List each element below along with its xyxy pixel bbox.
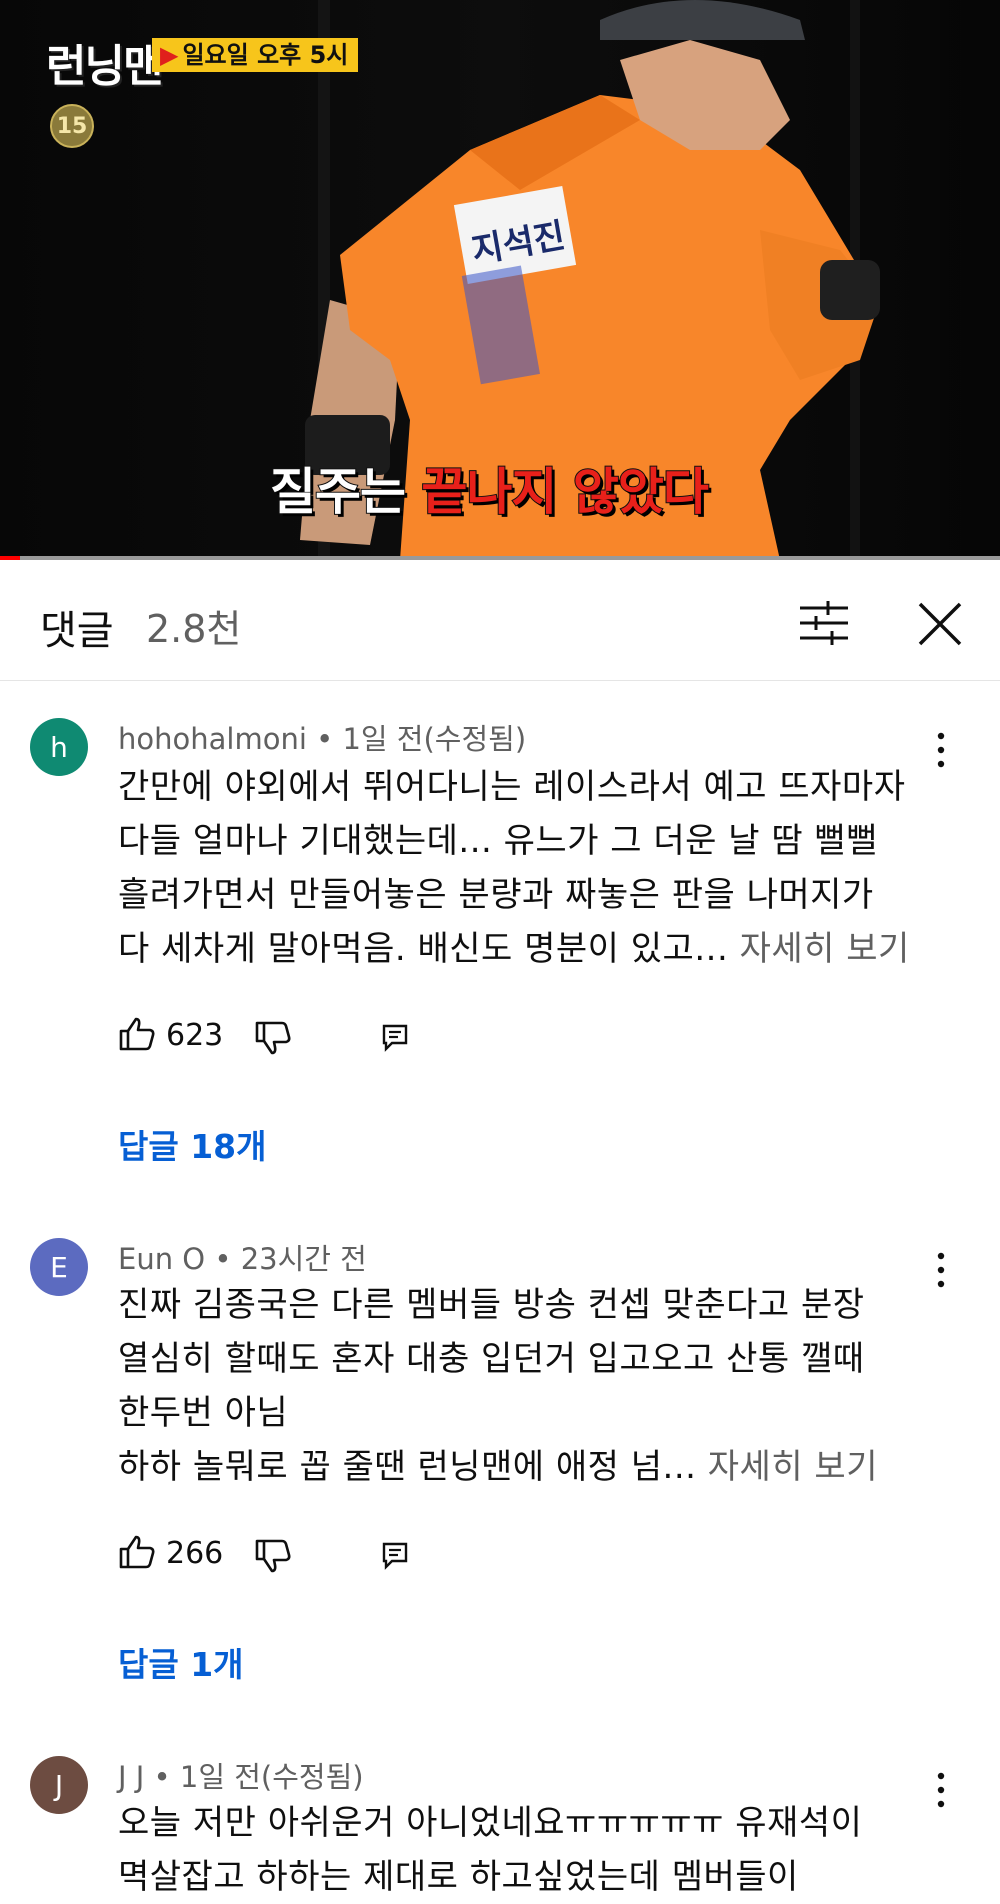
comment-author[interactable]: Eun O (118, 1242, 205, 1276)
comment-meta: hohohalmoni • 1일 전(수정됨) (118, 722, 527, 756)
progress-fill (0, 556, 20, 560)
dislike-icon[interactable] (254, 1020, 292, 1056)
show-logo: 런닝맨 (46, 41, 163, 92)
close-icon[interactable] (912, 596, 968, 652)
read-more-link[interactable]: 자세히 보기 (708, 1447, 878, 1487)
comments-count: 2.8천 (146, 607, 242, 651)
comment-line: 멱살잡고 하하는 제대로 하고싶었는데 멤버들이 (118, 1857, 799, 1897)
like-icon[interactable] (118, 1534, 156, 1570)
comment-actions: 623 (118, 1016, 518, 1056)
comment-time: 1일 전(수정됨) (342, 722, 527, 756)
comment-line: 하하 놀뭐로 꼽 줄땐 런닝맨에 애정 넘... (118, 1447, 708, 1487)
comment-time: 1일 전(수정됨) (179, 1760, 364, 1794)
reply-icon[interactable] (380, 1540, 410, 1570)
comment-meta: Eun O • 23시간 전 (118, 1242, 367, 1276)
airtime-text: 일요일 오후 5시 (182, 41, 349, 69)
view-replies-button[interactable]: 답글 18개 (118, 1120, 267, 1168)
comment-author[interactable]: hohohalmoni (118, 722, 307, 756)
comment-line: 간만에 야외에서 뛰어다니는 레이스라서 예고 뜨자마자 (118, 767, 906, 807)
comment-line: 다들 얼마나 기대했는데... 유느가 그 더운 날 땀 뻘뻘 (118, 821, 878, 861)
comment-meta: J J • 1일 전(수정됨) (118, 1760, 364, 1794)
caption-white-text: 질주는 (269, 462, 422, 522)
sort-filter-icon[interactable] (796, 598, 852, 648)
comment-line: 흘려가면서 만들어놓은 분량과 짜놓은 판을 나머지가 (118, 875, 874, 915)
comments-header: 댓글 2.8천 (0, 562, 1000, 681)
comment-line: 한두번 아님 (118, 1393, 289, 1433)
comment-author[interactable]: J J (118, 1760, 144, 1794)
like-icon[interactable] (118, 1016, 156, 1052)
avatar[interactable]: E (30, 1238, 88, 1296)
comment-line: 열심히 할때도 혼자 대충 입던거 입고오고 산통 깰때 (118, 1339, 865, 1379)
comment-line: 오늘 저만 아쉬운거 아니었네요ㅠㅠㅠㅠㅠ 유재석이 (118, 1803, 863, 1843)
airtime-banner: ▶ 일요일 오후 5시 (152, 38, 359, 72)
comment-line: 다 세차게 말아먹음. 배신도 명분이 있고... (118, 929, 740, 969)
progress-bar[interactable] (0, 556, 1000, 560)
video-player[interactable]: 지석진 런닝맨 ▶ 일요일 오후 5시 15 질주는 끝나지 않았다 (0, 0, 1000, 560)
comments-title: 댓글 (40, 608, 114, 654)
comment-text: 오늘 저만 아쉬운거 아니었네요ㅠㅠㅠㅠㅠ 유재석이 멱살잡고 하하는 제대로 … (118, 1796, 938, 1904)
video-caption: 질주는 끝나지 않았다 (269, 452, 710, 524)
comment-actions: 266 (118, 1534, 518, 1574)
avatar[interactable]: h (30, 718, 88, 776)
view-replies-button[interactable]: 답글 1개 (118, 1638, 244, 1686)
avatar[interactable]: J (30, 1756, 88, 1814)
reply-icon[interactable] (380, 1022, 410, 1052)
play-triangle-icon: ▶ (160, 41, 179, 69)
read-more-link[interactable]: 자세히 보기 (740, 929, 910, 969)
comment-time: 23시간 전 (240, 1242, 367, 1276)
comment-text: 간만에 야외에서 뛰어다니는 레이스라서 예고 뜨자마자 다들 얼마나 기대했는… (118, 760, 938, 976)
caption-red-text: 끝나지 않았다 (420, 462, 709, 522)
comment-text: 진짜 김종국은 다른 멤버들 방송 컨셉 맞춘다고 분장 열심히 할때도 혼자 … (118, 1278, 938, 1494)
age-rating-badge: 15 (50, 104, 94, 148)
like-count: 266 (166, 1536, 224, 1571)
like-count: 623 (166, 1018, 224, 1053)
dislike-icon[interactable] (254, 1538, 292, 1574)
comment-line: 진짜 김종국은 다른 멤버들 방송 컨셉 맞춘다고 분장 (118, 1285, 865, 1325)
